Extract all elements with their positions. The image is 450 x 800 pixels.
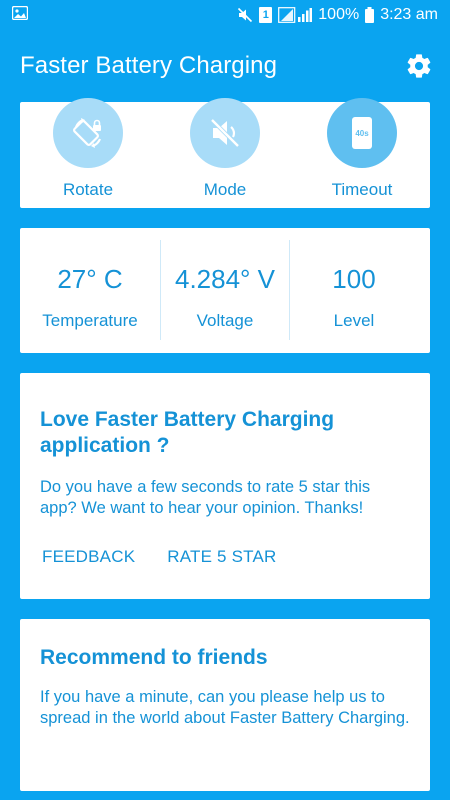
timeout-action[interactable]: 40s Timeout bbox=[302, 98, 422, 200]
level-value: 100 bbox=[332, 264, 376, 294]
battery-stats-card: 27° C Temperature 4.284° V Voltage 100 L… bbox=[20, 228, 430, 353]
voltage-label: Voltage bbox=[196, 311, 254, 330]
rotate-icon bbox=[73, 118, 102, 148]
rotate-action[interactable]: Rotate bbox=[28, 98, 148, 200]
recommend-card: Recommend to friends If you have a minut… bbox=[20, 619, 430, 791]
timeout-icon: 40s bbox=[352, 117, 372, 149]
rate-card-title: Love Faster Battery Charging application… bbox=[40, 408, 335, 457]
level-label: Level bbox=[333, 311, 375, 330]
quick-actions-card: Rotate Mode 40s Timeout bbox=[20, 98, 430, 208]
app-bar: Faster Battery Charging bbox=[0, 30, 450, 102]
app-title: Faster Battery Charging bbox=[20, 52, 278, 79]
voltage-value: 4.284° V bbox=[174, 264, 276, 294]
stat-temperature: 27° C Temperature bbox=[20, 228, 160, 353]
stat-level: 100 Level bbox=[290, 228, 418, 353]
sim-icon: 1 bbox=[259, 7, 273, 23]
recommend-card-body: If you have a minute, can you please hel… bbox=[40, 688, 410, 727]
feedback-button[interactable]: FEEDBACK bbox=[42, 547, 135, 567]
timeout-icon-text: 40s bbox=[355, 128, 369, 138]
gear-icon bbox=[407, 54, 431, 78]
mute-icon bbox=[210, 118, 240, 148]
rate-card-body: Do you have a few seconds to rate 5 star… bbox=[40, 478, 371, 517]
recommend-card-title: Recommend to friends bbox=[40, 646, 268, 669]
mute-icon bbox=[237, 7, 253, 23]
signal-icon bbox=[278, 7, 313, 23]
image-icon bbox=[11, 5, 29, 25]
mode-action[interactable]: Mode bbox=[165, 98, 285, 200]
battery-icon bbox=[365, 7, 375, 23]
rate-card: Love Faster Battery Charging application… bbox=[20, 373, 430, 599]
mode-label: Mode bbox=[203, 180, 247, 199]
temperature-label: Temperature bbox=[42, 311, 138, 330]
settings-button[interactable] bbox=[402, 49, 436, 83]
temperature-value: 27° C bbox=[57, 264, 123, 294]
rotate-label: Rotate bbox=[62, 180, 114, 199]
stat-voltage: 4.284° V Voltage bbox=[161, 228, 289, 353]
rate-5-star-button[interactable]: RATE 5 STAR bbox=[167, 547, 276, 567]
clock: 3:23 am bbox=[380, 6, 438, 23]
timeout-label: Timeout bbox=[331, 180, 393, 199]
status-bar: 1 100% 3:23 am bbox=[0, 0, 450, 30]
battery-percent: 100% bbox=[318, 6, 360, 23]
